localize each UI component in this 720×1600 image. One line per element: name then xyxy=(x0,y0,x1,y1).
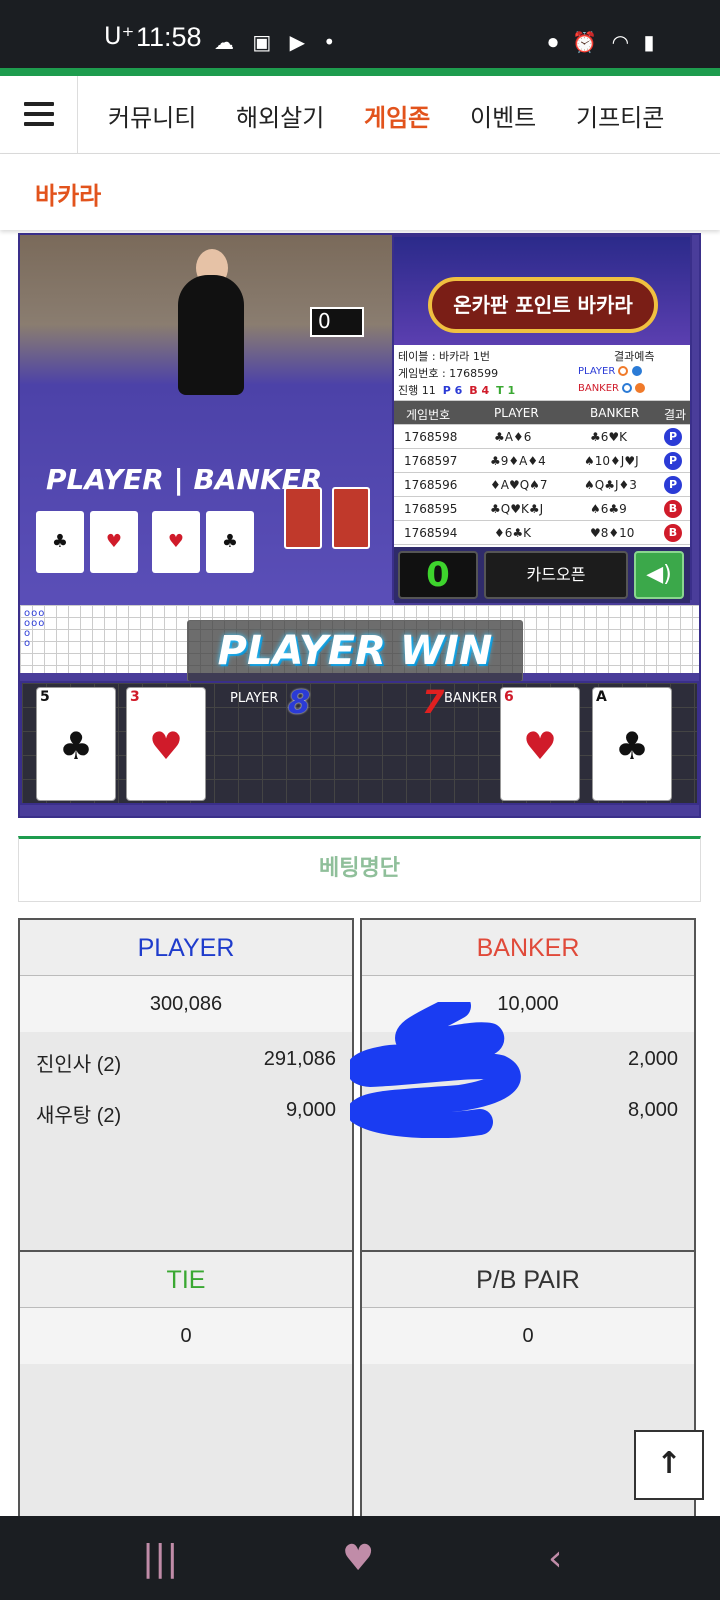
player-card: 3 ♥ xyxy=(126,687,206,801)
banner-title: 온카판 포인트 바카라 xyxy=(428,277,658,333)
video-card: ♥ xyxy=(152,511,200,573)
speaker-icon[interactable]: ◀) xyxy=(634,551,684,599)
result-badge: P xyxy=(664,452,682,470)
tie-bet-box: TIE 0 xyxy=(18,1250,354,1520)
history-table: 게임번호 PLAYER BANKER 결과 1768598 ♣A♦6 ♣6♥K … xyxy=(394,401,690,545)
live-video: 0 PLAYER | BANKER ♣ ♥ ♥ ♣ xyxy=(20,235,395,610)
result-banner: PLAYER WIN xyxy=(187,620,523,682)
video-card: ♣ xyxy=(36,511,84,573)
table-print: PLAYER | BANKER xyxy=(46,463,323,496)
predict-label: 결과예측 xyxy=(614,350,655,363)
history-row: 1768595 ♣Q♥K♣J ♠6♣9 B xyxy=(394,497,690,521)
top-nav: 커뮤니티 해외살기 게임존 이벤트 기프티콘 xyxy=(0,76,720,154)
banker-card: A ♣ xyxy=(592,687,672,801)
control-bar: 0 카드오픈 ◀) xyxy=(394,547,690,603)
game-panel: 온카판 포인트 바카라 테이블 : 바카라 1번 결과예측 게임번호 : 176… xyxy=(392,235,692,603)
bet-entry: 진인사 (2) 291,086 xyxy=(36,1048,336,1076)
result-badge: B xyxy=(664,500,682,518)
game-info: 테이블 : 바카라 1번 결과예측 게임번호 : 1768599 PLAYER … xyxy=(394,345,690,401)
banker-card: 6 ♥ xyxy=(500,687,580,801)
history-row: 1768594 ♦6♣K ♥8♦10 B xyxy=(394,521,690,545)
arrow-up-icon[interactable]: ↑ xyxy=(634,1430,704,1500)
system-nav-bar: ||| ♥ ‹ xyxy=(0,1516,720,1600)
bet-entry: 새우탕 (2) 9,000 xyxy=(36,1099,336,1127)
nav-item-event[interactable]: 이벤트 xyxy=(470,98,536,133)
player-bet-total: 300,086 xyxy=(20,976,352,1032)
player-bet-label: PLAYER xyxy=(20,920,352,976)
pair-bet-label: P/B PAIR xyxy=(362,1252,694,1308)
predict-banker: BANKER xyxy=(578,383,620,394)
history-row: 1768597 ♣9♦A♦4 ♠10♦J♥J P xyxy=(394,449,690,473)
card-back xyxy=(284,487,322,549)
page-title: 바카라 xyxy=(35,182,102,210)
history-row: 1768598 ♣A♦6 ♣6♥K P xyxy=(394,425,690,449)
tie-bet-total: 0 xyxy=(20,1308,352,1364)
nav-item-gamezone[interactable]: 게임존 xyxy=(364,98,430,133)
video-card: ♥ xyxy=(90,511,138,573)
predict-player: PLAYER xyxy=(578,366,616,377)
video-card: ♣ xyxy=(206,511,254,573)
tie-bet-label: TIE xyxy=(20,1252,352,1308)
notification-icons: ☁ ▣ ▶ • xyxy=(214,30,342,54)
card-open-button[interactable]: 카드오픈 xyxy=(484,551,628,599)
pair-bet-total: 0 xyxy=(362,1308,694,1364)
progress: 진행 11 P 6 B 4 T 1 xyxy=(398,384,516,397)
table-name: 테이블 : 바카라 1번 xyxy=(398,350,491,363)
result-badge: P xyxy=(664,428,682,446)
redaction-scribble xyxy=(350,1002,521,1138)
card-back xyxy=(332,487,370,549)
result-badge: P xyxy=(664,476,682,494)
countdown-timer: 0 xyxy=(398,551,478,599)
carrier-label: U⁺ xyxy=(104,22,135,50)
baccarat-game: 0 PLAYER | BANKER ♣ ♥ ♥ ♣ 온카판 포인트 바카라 테이… xyxy=(18,233,701,818)
heart-icon[interactable]: ♥ xyxy=(342,1538,374,1579)
result-badge: B xyxy=(664,524,682,542)
bet-list-title: 베팅명단 xyxy=(18,836,701,902)
recents-icon[interactable]: ||| xyxy=(142,1538,178,1579)
nav-item-gifticon[interactable]: 기프티콘 xyxy=(576,98,664,133)
player-label: PLAYER xyxy=(230,691,279,706)
system-icons: ⏺ ⏰ ◠ ▮ xyxy=(548,30,659,54)
game-number: 게임번호 : 1768599 xyxy=(398,367,499,380)
player-score: 8 xyxy=(288,683,311,721)
status-bar: U⁺ 11:58 ☁ ▣ ▶ • ⏺ ⏰ ◠ ▮ xyxy=(0,0,720,68)
player-bet-box: PLAYER 300,086 진인사 (2) 291,086 새우탕 (2) 9,0… xyxy=(18,918,354,1252)
nav-item-overseas[interactable]: 해외살기 xyxy=(236,98,324,133)
history-header: 게임번호 PLAYER BANKER 결과 xyxy=(394,401,690,425)
status-time: 11:58 xyxy=(136,22,202,52)
banker-bet-label: BANKER xyxy=(362,920,694,976)
hamburger-icon[interactable] xyxy=(0,76,78,154)
banker-label: BANKER xyxy=(444,691,498,706)
nav-item-community[interactable]: 커뮤니티 xyxy=(108,98,196,133)
sub-header: 바카라 xyxy=(0,154,720,230)
back-icon[interactable]: ‹ xyxy=(548,1538,562,1579)
banker-score: 7 xyxy=(422,683,445,721)
history-row: 1768596 ♦A♥Q♠7 ♠Q♣J♦3 P xyxy=(394,473,690,497)
bead-road: ooo ooo o o xyxy=(24,608,46,649)
accent-line xyxy=(0,68,720,76)
banner: 온카판 포인트 바카라 xyxy=(394,237,690,345)
shoe-counter: 0 xyxy=(310,307,364,337)
card-reveal-area: 5 ♣ 3 ♥ PLAYER 8 7 BANKER 6 ♥ A ♣ xyxy=(20,681,699,805)
player-card: 5 ♣ xyxy=(36,687,116,801)
